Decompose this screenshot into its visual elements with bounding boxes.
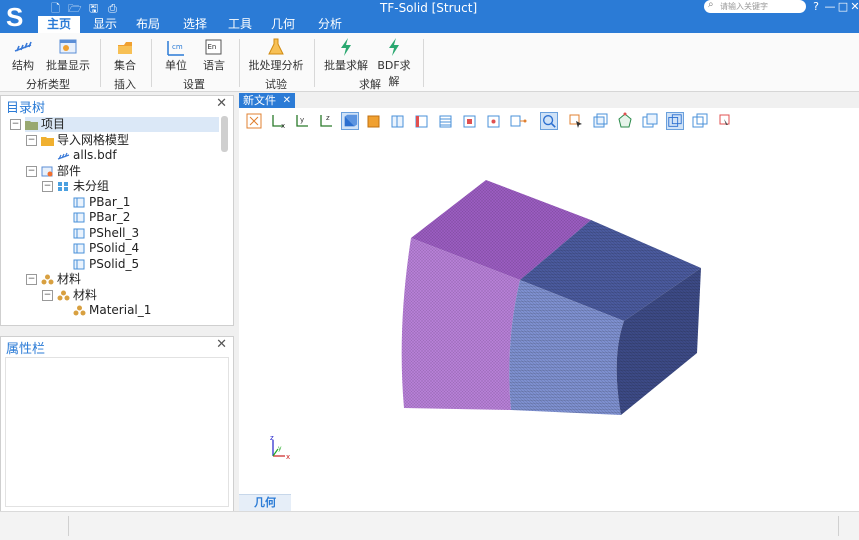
close-icon[interactable]: ✕ [283, 93, 291, 108]
mesh-model[interactable] [239, 108, 859, 511]
save-icon[interactable]: 🖫 [87, 3, 100, 15]
group-label-test: 试验 [265, 78, 287, 91]
batch-analysis-button[interactable]: 批处理分析 [247, 37, 305, 73]
graphics-viewport[interactable]: x y z z x y [239, 108, 859, 511]
import-folder-icon [41, 137, 54, 146]
status-divider [68, 516, 69, 536]
tree-panel-title: 目录树 [6, 101, 46, 116]
collapse-toggle[interactable]: − [26, 274, 37, 285]
group-label-analysis-type: 分析类型 [26, 78, 70, 91]
batch-analysis-label: 批处理分析 [248, 59, 304, 72]
new-file-icon[interactable]: 🗋 [49, 3, 62, 15]
structure-label: 结构 [12, 59, 34, 72]
unit-button[interactable]: cm 单位 [160, 37, 192, 73]
property-icon [73, 212, 85, 223]
tab-layout[interactable]: 布局 [129, 16, 167, 33]
group-divider [314, 39, 315, 87]
material-icon [57, 290, 70, 301]
search-icon: ⌕ [708, 0, 714, 10]
group-divider [239, 39, 240, 87]
property-icon [73, 243, 85, 254]
title-bar: S 🗋 🗁 🖫 ⎙ TF-Solid [Struct] ⌕ 请输入关键字 ? —… [0, 0, 859, 36]
collapse-toggle[interactable]: − [26, 135, 37, 146]
lightning-icon [389, 38, 399, 56]
tab-geometry-view[interactable]: 几何 [239, 494, 291, 511]
material-icon [73, 305, 86, 316]
batch-display-icon [59, 39, 77, 54]
tab-display[interactable]: 显示 [86, 16, 124, 33]
collapse-toggle[interactable]: − [42, 290, 53, 301]
language-button[interactable]: En 语言 [199, 37, 229, 73]
svg-text:cm: cm [172, 43, 183, 51]
language-icon: En [205, 39, 222, 55]
group-divider [100, 39, 101, 87]
close-icon[interactable]: ✕ [216, 337, 227, 352]
group-label-settings: 设置 [183, 78, 205, 91]
collapse-toggle[interactable]: − [26, 166, 37, 177]
svg-text:En: En [208, 43, 217, 51]
ribbon: 结构 批量显示 分析类型 集合 插入 cm 单位 En 语言 设置 批处理分析 … [0, 33, 859, 92]
batch-solve-button[interactable]: 批量求解 [322, 37, 370, 73]
tree-panel-header: 目录树 ✕ [1, 96, 233, 116]
folder-icon [25, 121, 38, 130]
collapse-toggle[interactable]: − [10, 119, 21, 130]
property-icon [73, 228, 85, 239]
status-divider [838, 516, 839, 536]
property-icon [73, 197, 85, 208]
property-icon [73, 259, 85, 270]
collection-icon [118, 42, 132, 54]
search-placeholder: 请输入关键字 [720, 2, 768, 11]
group-label-insert: 插入 [114, 78, 136, 91]
batch-display-button[interactable]: 批量显示 [44, 37, 92, 73]
language-label: 语言 [203, 59, 225, 72]
ruler-icon: cm [167, 41, 184, 56]
property-content [5, 357, 229, 507]
tab-analysis[interactable]: 分析 [310, 16, 350, 33]
collection-button[interactable]: 集合 [110, 37, 140, 73]
property-panel-title: 属性栏 [6, 342, 46, 357]
lightning-icon [341, 38, 351, 56]
unit-label: 单位 [165, 59, 187, 72]
tab-new-file[interactable]: 新文件 ✕ [239, 93, 295, 108]
group-label-solve: 求解 [359, 78, 381, 91]
property-panel: 属性栏 ✕ [0, 336, 234, 512]
help-icon[interactable]: ? [809, 0, 823, 13]
tab-geometry[interactable]: 几何 [264, 16, 302, 33]
svg-text:z: z [270, 434, 274, 442]
search-box[interactable]: ⌕ 请输入关键字 [704, 0, 806, 13]
tree-scrollbar[interactable] [221, 116, 228, 152]
tab-home[interactable]: 主页 [38, 16, 80, 33]
flask-icon [268, 38, 284, 55]
material-icon [41, 274, 54, 285]
group-divider [423, 39, 424, 87]
property-panel-header: 属性栏 ✕ [1, 337, 233, 357]
svg-text:x: x [286, 453, 290, 461]
tree-item-project[interactable]: − 项目 [10, 117, 219, 132]
structure-icon [14, 41, 32, 52]
tree-panel: 目录树 ✕ − 项目 − 导入网格模型 alls.bdf − 部件 − 未分组 … [0, 95, 234, 326]
batch-solve-label: 批量求解 [324, 59, 368, 72]
parts-icon [41, 166, 53, 177]
open-folder-icon[interactable]: 🗁 [68, 3, 82, 15]
tab-tools[interactable]: 工具 [221, 16, 259, 33]
close-button[interactable]: ✕ [848, 0, 859, 13]
close-icon[interactable]: ✕ [216, 96, 227, 111]
svg-text:y: y [278, 445, 282, 452]
axis-triad: z x y [270, 434, 290, 461]
status-bar [0, 511, 859, 540]
batch-display-label: 批量显示 [46, 59, 90, 72]
collection-label: 集合 [114, 59, 136, 72]
minimize-button[interactable]: — [823, 0, 837, 13]
structure-button[interactable]: 结构 [8, 37, 38, 73]
print-icon[interactable]: ⎙ [106, 3, 119, 15]
group-divider [151, 39, 152, 87]
tab-select[interactable]: 选择 [174, 16, 216, 33]
group-icon [58, 182, 68, 191]
collapse-toggle[interactable]: − [42, 181, 53, 192]
mesh-file-icon [57, 152, 70, 160]
bdf-solve-label: BDF求解 [377, 59, 411, 88]
window-title: TF-Solid [Struct] [380, 1, 478, 15]
app-logo: S [6, 2, 24, 32]
